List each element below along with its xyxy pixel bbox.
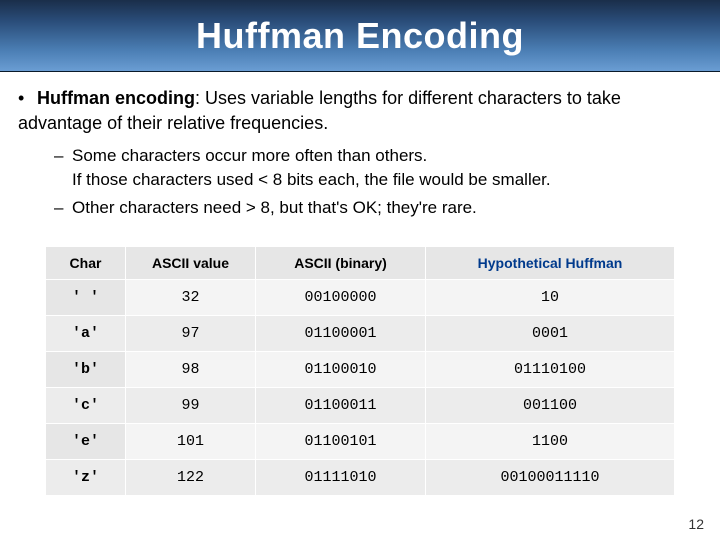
cell-ascii-binary: 00100000 xyxy=(256,279,426,315)
cell-huffman: 0001 xyxy=(426,315,675,351)
bullet-term: Huffman encoding xyxy=(37,88,195,108)
sub-bullet-list: – Some characters occur more often than … xyxy=(54,144,702,219)
cell-huffman: 1100 xyxy=(426,423,675,459)
cell-huffman: 001100 xyxy=(426,387,675,423)
cell-ascii-value: 97 xyxy=(126,315,256,351)
bullet-dot: • xyxy=(18,86,32,111)
sub-bullet-text: Other characters need > 8, but that's OK… xyxy=(72,196,702,220)
cell-char: 'a' xyxy=(46,315,126,351)
table-row: ' ' 32 00100000 10 xyxy=(46,279,675,315)
sub-bullet-item: – Other characters need > 8, but that's … xyxy=(54,196,702,220)
slide-title: Huffman Encoding xyxy=(196,15,524,57)
cell-huffman: 01110100 xyxy=(426,351,675,387)
cell-ascii-value: 32 xyxy=(126,279,256,315)
table-header-row: Char ASCII value ASCII (binary) Hypothet… xyxy=(46,246,675,279)
table-row: 'c' 99 01100011 001100 xyxy=(46,387,675,423)
sub-bullet-text: Some characters occur more often than ot… xyxy=(72,144,702,192)
cell-char: ' ' xyxy=(46,279,126,315)
huffman-table: Char ASCII value ASCII (binary) Hypothet… xyxy=(45,246,675,496)
col-header-ascii-binary: ASCII (binary) xyxy=(256,246,426,279)
dash-icon: – xyxy=(54,144,72,192)
cell-ascii-binary: 01100010 xyxy=(256,351,426,387)
cell-ascii-value: 122 xyxy=(126,459,256,495)
table-row: 'a' 97 01100001 0001 xyxy=(46,315,675,351)
main-bullet: • Huffman encoding: Uses variable length… xyxy=(18,86,702,136)
col-header-ascii-value: ASCII value xyxy=(126,246,256,279)
table-row: 'z' 122 01111010 00100011110 xyxy=(46,459,675,495)
cell-ascii-value: 99 xyxy=(126,387,256,423)
cell-char: 'b' xyxy=(46,351,126,387)
col-header-char: Char xyxy=(46,246,126,279)
table-row: 'e' 101 01100101 1100 xyxy=(46,423,675,459)
cell-char: 'z' xyxy=(46,459,126,495)
cell-huffman: 00100011110 xyxy=(426,459,675,495)
title-bar: Huffman Encoding xyxy=(0,0,720,72)
cell-ascii-binary: 01100001 xyxy=(256,315,426,351)
cell-ascii-binary: 01111010 xyxy=(256,459,426,495)
page-number: 12 xyxy=(688,516,704,532)
content-area: • Huffman encoding: Uses variable length… xyxy=(0,72,720,496)
sub-bullet-item: – Some characters occur more often than … xyxy=(54,144,702,192)
cell-char: 'c' xyxy=(46,387,126,423)
cell-ascii-value: 101 xyxy=(126,423,256,459)
cell-huffman: 10 xyxy=(426,279,675,315)
cell-ascii-binary: 01100011 xyxy=(256,387,426,423)
cell-char: 'e' xyxy=(46,423,126,459)
cell-ascii-binary: 01100101 xyxy=(256,423,426,459)
table-row: 'b' 98 01100010 01110100 xyxy=(46,351,675,387)
dash-icon: – xyxy=(54,196,72,220)
col-header-huffman: Hypothetical Huffman xyxy=(426,246,675,279)
cell-ascii-value: 98 xyxy=(126,351,256,387)
